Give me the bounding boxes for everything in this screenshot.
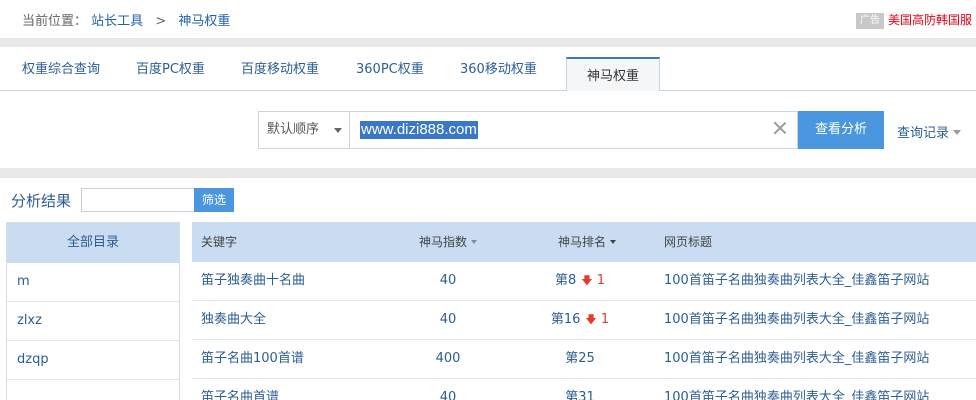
sort-order-select[interactable]: 默认顺序 xyxy=(258,111,350,149)
breadcrumb-link-tools[interactable]: 站长工具 xyxy=(91,14,143,29)
results-table: 关键字 神马指数 神马排名 网页标题 笛子独奏曲十名曲 40 第8 🡇 1 100… xyxy=(192,222,976,400)
view-analysis-button[interactable]: 查看分析 xyxy=(798,111,884,149)
ad-tag: 广告 xyxy=(856,13,884,29)
rank-change: 🡇 1 xyxy=(581,273,605,288)
shenma-rank-value: 第16 🡇 1 xyxy=(525,301,635,340)
shenma-index-value: 40 xyxy=(439,312,457,327)
ad-text[interactable]: 美国高防韩国服 xyxy=(888,13,972,27)
shenma-index-value: 40 xyxy=(439,273,457,288)
breadcrumb-separator: > xyxy=(155,14,167,29)
caret-down-icon xyxy=(334,128,342,133)
top-bar: 当前位置： 站长工具 > 神马权重 广告 美国高防韩国服 xyxy=(0,0,976,38)
tab-baidu-pc[interactable]: 百度PC权重 xyxy=(136,47,205,91)
column-keyword: 关键字 xyxy=(201,235,238,249)
rank-change: 🡇 1 xyxy=(585,312,609,327)
column-shenma-rank[interactable]: 神马排名 xyxy=(558,222,617,262)
query-history-label: 查询记录 xyxy=(897,126,950,141)
page-title-link[interactable]: 100首笛子名曲独奏曲列表大全_佳鑫笛子网站 xyxy=(664,262,929,301)
all-directories[interactable]: 全部目录 xyxy=(7,223,179,263)
page-title-link[interactable]: 100首笛子名曲独奏曲列表大全_佳鑫笛子网站 xyxy=(664,379,929,400)
section-divider xyxy=(0,168,976,178)
table-header: 关键字 神马指数 神马排名 网页标题 xyxy=(192,222,976,262)
clear-icon[interactable] xyxy=(773,121,787,135)
keyword-link[interactable]: 独奏曲大全 xyxy=(201,301,266,340)
table-row: 笛子名曲首谱 40 第31 100首笛子名曲独奏曲列表大全_佳鑫笛子网站 xyxy=(192,379,976,400)
results-title: 分析结果 xyxy=(11,192,72,210)
directory-sidebar: 全部目录 m zlxz dzqp xyxy=(6,222,180,400)
directory-item[interactable]: zlxz xyxy=(7,302,179,341)
column-page-title: 网页标题 xyxy=(664,235,713,249)
filter-input[interactable] xyxy=(81,188,195,212)
breadcrumb-link-current[interactable]: 神马权重 xyxy=(178,14,230,29)
breadcrumb-lead: 当前位置： xyxy=(22,14,88,29)
table-row: 笛子独奏曲十名曲 40 第8 🡇 1 100首笛子名曲独奏曲列表大全_佳鑫笛子网站 xyxy=(192,262,976,301)
table-row: 独奏曲大全 40 第16 🡇 1 100首笛子名曲独奏曲列表大全_佳鑫笛子网站 xyxy=(192,301,976,340)
domain-input[interactable]: www.dizi888.com xyxy=(349,111,798,149)
shenma-index-value: 400 xyxy=(435,351,461,366)
table-row: 笛子名曲100首谱 400 第25 100首笛子名曲独奏曲列表大全_佳鑫笛子网站 xyxy=(192,340,976,379)
arrow-down-icon: 🡇 xyxy=(581,274,593,287)
tab-bar: 权重综合查询 百度PC权重 百度移动权重 360PC权重 360移动权重 神马权… xyxy=(0,47,976,92)
shenma-rank-value: 第25 xyxy=(565,351,595,366)
directory-item[interactable]: m xyxy=(7,263,179,302)
sort-order-value: 默认顺序 xyxy=(267,122,320,137)
query-history-dropdown[interactable]: 查询记录 xyxy=(897,122,962,141)
domain-input-value: www.dizi888.com xyxy=(360,121,478,139)
breadcrumb: 当前位置： 站长工具 > 神马权重 xyxy=(22,10,230,29)
keyword-link[interactable]: 笛子独奏曲十名曲 xyxy=(201,262,305,301)
column-shenma-index[interactable]: 神马指数 xyxy=(419,222,478,262)
ad-banner[interactable]: 广告 美国高防韩国服 xyxy=(856,11,972,29)
search-area: 默认顺序 www.dizi888.com 查看分析 查询记录 xyxy=(0,91,976,168)
sort-down-icon xyxy=(610,240,617,244)
tab-360-mobile[interactable]: 360移动权重 xyxy=(460,47,537,91)
directory-item[interactable]: dzqp xyxy=(7,341,179,380)
filter-button[interactable]: 筛选 xyxy=(194,188,234,212)
shenma-rank-value: 第8 🡇 1 xyxy=(525,262,635,301)
tab-360-pc[interactable]: 360PC权重 xyxy=(356,47,424,91)
tab-combined-weight[interactable]: 权重综合查询 xyxy=(22,47,100,91)
tab-shenma-weight[interactable]: 神马权重 xyxy=(566,57,661,92)
sort-down-icon xyxy=(471,240,478,244)
caret-down-icon xyxy=(953,130,962,135)
section-divider xyxy=(0,38,976,47)
page-title-link[interactable]: 100首笛子名曲独奏曲列表大全_佳鑫笛子网站 xyxy=(664,301,929,340)
arrow-down-icon: 🡇 xyxy=(585,313,597,326)
keyword-link[interactable]: 笛子名曲100首谱 xyxy=(201,340,304,379)
shenma-index-value: 40 xyxy=(439,390,457,400)
keyword-link[interactable]: 笛子名曲首谱 xyxy=(201,379,279,400)
tab-baidu-mobile[interactable]: 百度移动权重 xyxy=(241,47,319,91)
page-title-link[interactable]: 100首笛子名曲独奏曲列表大全_佳鑫笛子网站 xyxy=(664,340,929,379)
shenma-rank-value: 第31 xyxy=(565,390,595,400)
